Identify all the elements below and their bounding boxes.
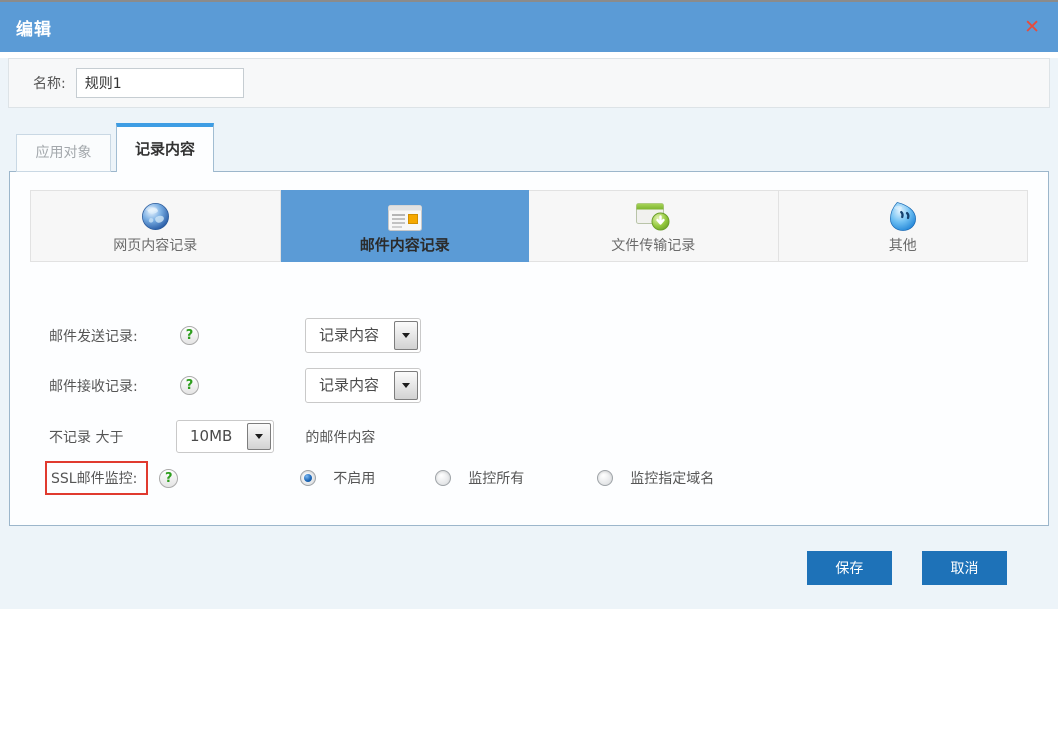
dropdown-arrow-button[interactable]	[394, 371, 418, 400]
ssl-monitor-highlight-box: SSL邮件监控:	[45, 461, 148, 495]
mail-icon	[388, 197, 422, 231]
selected-value: 10MB	[177, 421, 245, 452]
selected-value: 记录内容	[306, 369, 392, 402]
size-limit-select[interactable]: 10MB	[176, 420, 274, 453]
radio-option-monitor-specified-domains[interactable]: 监控指定域名	[597, 468, 714, 488]
chevron-down-icon	[255, 434, 263, 439]
tab-label: 记录内容	[135, 140, 195, 158]
radio-label: 监控指定域名	[630, 468, 714, 488]
save-button[interactable]: 保存	[807, 551, 892, 585]
mail-settings-form: 邮件发送记录: ? 记录内容 邮件接收记录: ? 记录内容	[10, 262, 1048, 525]
dialog-footer: 保存 取消	[0, 551, 1007, 585]
mail-send-record-label: 邮件发送记录:	[49, 326, 180, 346]
tab-record-content[interactable]: 记录内容	[116, 123, 214, 172]
dialog-header: 编辑 ✕	[0, 2, 1058, 52]
tab-application-object[interactable]: 应用对象	[16, 134, 111, 172]
radio-option-monitor-all[interactable]: 监控所有	[435, 468, 524, 488]
tab-label: 应用对象	[36, 145, 92, 161]
type-other[interactable]: 其他	[779, 191, 1028, 261]
help-icon[interactable]: ?	[180, 376, 199, 395]
content-type-bar: 网页内容记录	[30, 190, 1028, 262]
radio-option-disable[interactable]: 不启用	[300, 468, 375, 488]
size-limit-prefix-label: 不记录 大于	[49, 427, 176, 447]
chevron-down-icon	[402, 383, 410, 388]
name-input[interactable]	[76, 68, 244, 98]
size-limit-suffix-label: 的邮件内容	[305, 427, 375, 447]
type-file-transfer[interactable]: 文件传输记录	[529, 191, 779, 261]
ssl-monitor-label: SSL邮件监控:	[51, 471, 137, 487]
dropdown-arrow-button[interactable]	[247, 423, 271, 450]
radio-button-icon[interactable]	[597, 470, 613, 486]
mail-send-record-select[interactable]: 记录内容	[305, 318, 421, 353]
help-icon[interactable]: ?	[159, 469, 178, 488]
type-web-content[interactable]: 网页内容记录	[31, 191, 281, 261]
page: 编辑 ✕ 名称: 应用对象 记录内容	[0, 0, 1058, 732]
radio-button-icon[interactable]	[300, 470, 316, 486]
dialog-body: 名称: 应用对象 记录内容	[0, 58, 1058, 609]
type-label: 邮件内容记录	[360, 234, 450, 255]
record-content-panel: 网页内容记录	[9, 171, 1049, 526]
ssl-monitor-options: 不启用 监控所有 监控指定域名	[300, 468, 714, 488]
name-row: 名称:	[8, 58, 1050, 108]
close-icon[interactable]: ✕	[1024, 18, 1040, 37]
globe-icon	[140, 198, 171, 232]
dialog-title: 编辑	[16, 15, 52, 40]
mail-send-record-row: 邮件发送记录: ? 记录内容	[49, 318, 1048, 353]
dropdown-arrow-button[interactable]	[394, 321, 418, 350]
chat-bubble-icon	[888, 198, 918, 232]
file-transfer-icon	[636, 198, 670, 232]
radio-label: 不启用	[333, 468, 375, 488]
tab-bar: 应用对象 记录内容	[0, 123, 1058, 172]
edit-dialog: 编辑 ✕ 名称: 应用对象 记录内容	[0, 0, 1058, 609]
radio-button-icon[interactable]	[435, 470, 451, 486]
size-limit-row: 不记录 大于 10MB 的邮件内容	[49, 420, 1048, 453]
ssl-monitor-row: SSL邮件监控: ? 不启用 监控所有	[49, 461, 1048, 495]
type-label: 其他	[889, 235, 917, 255]
help-icon[interactable]: ?	[180, 326, 199, 345]
cancel-button[interactable]: 取消	[922, 551, 1007, 585]
mail-receive-record-select[interactable]: 记录内容	[305, 368, 421, 403]
radio-label: 监控所有	[468, 468, 524, 488]
mail-receive-record-label: 邮件接收记录:	[49, 376, 180, 396]
name-label: 名称:	[33, 73, 66, 93]
type-label: 文件传输记录	[611, 235, 695, 255]
type-label: 网页内容记录	[113, 235, 197, 255]
type-mail-content[interactable]: 邮件内容记录	[281, 190, 530, 262]
chevron-down-icon	[402, 333, 410, 338]
selected-value: 记录内容	[306, 319, 392, 352]
mail-receive-record-row: 邮件接收记录: ? 记录内容	[49, 368, 1048, 403]
